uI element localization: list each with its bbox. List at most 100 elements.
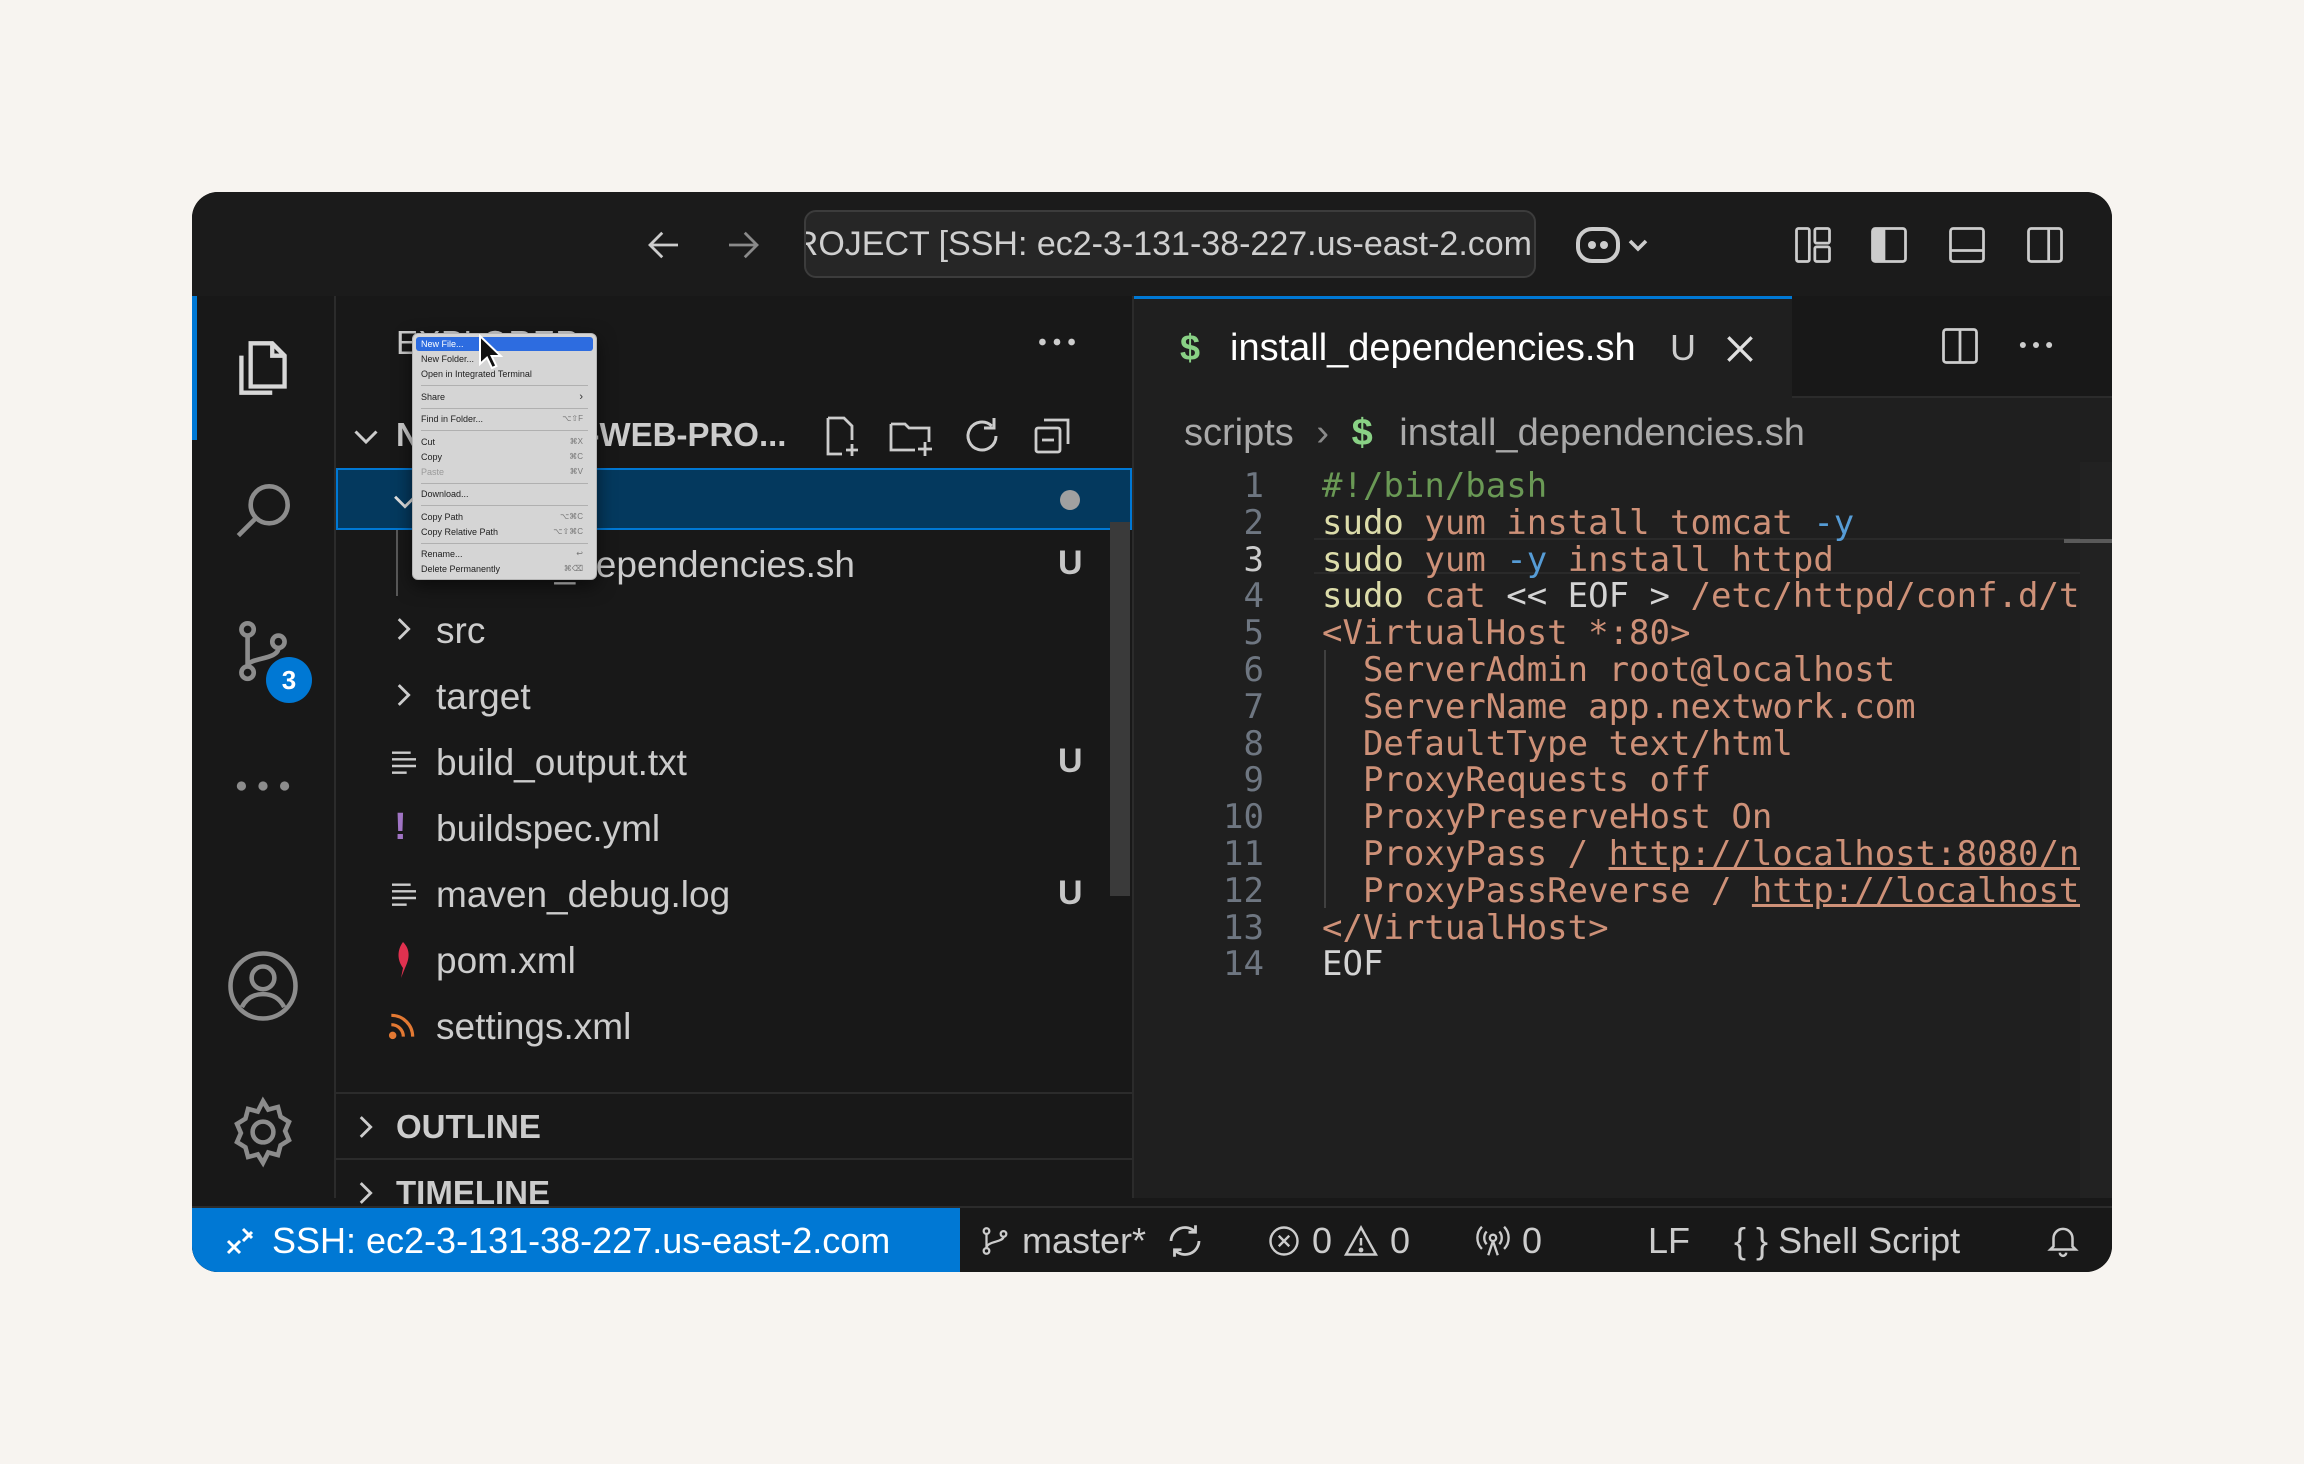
tab-status: U	[1670, 327, 1696, 368]
menu-item-label: Paste	[421, 466, 445, 477]
menu-item-label: Copy	[421, 451, 443, 462]
remote-indicator[interactable]: SSH: ec2-3-131-38-227.us-east-2.com	[192, 1208, 960, 1272]
menu-item-copy[interactable]: Copy ⌘C	[416, 450, 593, 464]
error-count: 0	[1312, 1220, 1333, 1261]
eol-indicator[interactable]: LF	[1648, 1220, 1690, 1262]
breadcrumb-folder[interactable]: scripts	[1184, 412, 1294, 454]
remote-icon	[226, 1227, 254, 1255]
line-number: 5	[1243, 613, 1264, 654]
source-control-icon[interactable]: 3	[192, 601, 334, 703]
explorer-more-actions-icon[interactable]	[1032, 322, 1082, 367]
code-token: EOF	[1322, 944, 1384, 985]
text-file-icon	[392, 751, 416, 774]
code-line: sudo yum install tomcat -y	[1322, 503, 1854, 543]
copilot-icon[interactable]	[1574, 220, 1654, 270]
branch-indicator[interactable]: master*	[978, 1220, 1206, 1262]
menu-item-cut[interactable]: Cut ⌘X	[416, 435, 593, 449]
ports-indicator[interactable]: 0	[1474, 1220, 1542, 1262]
menu-item-shortcut: ⌘⌫	[563, 564, 583, 573]
more-views-icon[interactable]	[192, 736, 334, 836]
command-center-search[interactable]: NEXTWORK-WEB-PROJECT [SSH: ec2-3-131-38-…	[804, 210, 1536, 278]
search-icon[interactable]	[192, 461, 334, 561]
language-indicator[interactable]: { } Shell Script	[1734, 1220, 1960, 1262]
explorer-files-icon[interactable]	[192, 318, 334, 418]
notifications-bell-icon[interactable]	[2044, 1220, 2082, 1260]
untracked-badge: U	[1058, 874, 1083, 912]
settings-gear-icon[interactable]	[192, 1082, 334, 1182]
code-line: </VirtualHost>	[1322, 908, 1609, 948]
code-editor[interactable]: 1 #!/bin/bash 2 sudo yum install tomcat -y 3…	[1134, 462, 2112, 1198]
menu-separator	[421, 542, 588, 544]
new-folder-icon[interactable]	[886, 412, 936, 460]
menu-item-copy-relative-path[interactable]: Copy Relative Path ⌥⇧⌘C	[416, 525, 593, 539]
tab-install-dependencies[interactable]: $ install_dependencies.sh U	[1134, 296, 1792, 398]
collapse-all-icon[interactable]	[1028, 412, 1076, 460]
tree-item-label: settings.xml	[436, 1006, 632, 1047]
new-file-icon[interactable]	[816, 412, 864, 460]
back-arrow-icon[interactable]	[639, 220, 689, 270]
menu-item-download[interactable]: Download...	[416, 487, 593, 501]
forward-arrow-icon[interactable]	[718, 220, 768, 270]
menu-item-label: Cut	[421, 436, 436, 447]
tree-item-pom[interactable]: pom.xml	[336, 928, 1132, 992]
tree-item-label: maven_debug.log	[436, 874, 731, 915]
sync-icon[interactable]	[1164, 1220, 1206, 1262]
code-line: <VirtualHost *:80>	[1322, 613, 1690, 653]
tree-item-target[interactable]: target	[336, 664, 1132, 728]
tree-item-maven-debug[interactable]: maven_debug.log U	[336, 862, 1132, 926]
untracked-badge: U	[1058, 742, 1083, 780]
menu-item-copy-path[interactable]: Copy Path ⌥⌘C	[416, 510, 593, 524]
breadcrumb: scripts › $ install_dependencies.sh	[1184, 412, 1805, 455]
toggle-primary-sidebar-icon[interactable]	[1864, 220, 1914, 270]
menu-item-delete-permanently[interactable]: Delete Permanently ⌘⌫	[416, 562, 593, 576]
menu-item-shortcut: ⌥⇧F	[562, 414, 583, 423]
tree-item-buildspec[interactable]: ! buildspec.yml	[336, 796, 1132, 860]
minimap[interactable]	[2080, 462, 2112, 1198]
breadcrumb-file[interactable]: install_dependencies.sh	[1399, 412, 1805, 454]
code-line: ProxyPassReverse / http://localhost:8080…	[1322, 871, 2112, 911]
editor-more-actions-icon[interactable]	[2012, 330, 2060, 360]
code-line: ServerAdmin root@localhost	[1322, 650, 1895, 690]
code-line: ServerName app.nextwork.com	[1322, 687, 1916, 727]
split-editor-icon[interactable]	[1938, 324, 1982, 368]
menu-item-share[interactable]: Share ›	[416, 390, 593, 404]
code-token: ProxyPreserveHost On	[1362, 797, 1773, 838]
line-number: 8	[1243, 723, 1264, 764]
code-token: ProxyRequests off	[1362, 760, 1711, 801]
tree-item-build-output[interactable]: build_output.txt U	[336, 730, 1132, 794]
rss-xml-icon	[388, 1013, 415, 1040]
tree-item-src[interactable]: src	[336, 598, 1132, 662]
outline-section-header[interactable]: OUTLINE	[336, 1092, 1132, 1158]
problems-indicator[interactable]: 0 0	[1266, 1220, 1410, 1262]
source-control-badge: 3	[266, 657, 312, 703]
menu-item-find-in-folder[interactable]: Find in Folder... ⌥⇧F	[416, 412, 593, 426]
line-number: 4	[1243, 576, 1264, 617]
toggle-panel-icon[interactable]	[1942, 220, 1992, 270]
title-bar: NEXTWORK-WEB-PROJECT [SSH: ec2-3-131-38-…	[192, 192, 2112, 298]
line-number: 10	[1223, 797, 1264, 838]
sidebar-scrollbar[interactable]	[1110, 522, 1130, 896]
chevron-right-icon	[359, 1182, 373, 1204]
menu-item-shortcut: ›	[579, 390, 583, 403]
warning-icon	[1343, 1225, 1379, 1256]
menu-item-open-in-integrated-terminal[interactable]: Open in Integrated Terminal	[416, 367, 593, 381]
toggle-secondary-sidebar-icon[interactable]	[2020, 220, 2070, 270]
menu-item-new-folder[interactable]: New Folder...	[416, 352, 593, 366]
tree-item-settings[interactable]: settings.xml	[336, 994, 1132, 1058]
code-token: ProxyPass /	[1362, 834, 1609, 874]
menu-item-label: Copy Relative Path	[421, 526, 499, 537]
code-token: -y	[1506, 539, 1548, 580]
accounts-icon[interactable]	[192, 936, 334, 1036]
customize-layout-icon[interactable]	[1788, 220, 1838, 270]
code-token: /etc/httpd/conf.d/tomcat_manager.conf	[1690, 576, 2113, 617]
menu-item-new-file[interactable]: New File...	[416, 337, 593, 351]
line-number: 14	[1223, 944, 1264, 985]
menu-item-rename[interactable]: Rename... ↩	[416, 547, 593, 561]
close-icon[interactable]	[1720, 329, 1760, 369]
refresh-icon[interactable]	[958, 412, 1006, 460]
code-token: <VirtualHost *:80>	[1322, 613, 1691, 654]
menu-item-shortcut: ↩	[576, 549, 583, 558]
